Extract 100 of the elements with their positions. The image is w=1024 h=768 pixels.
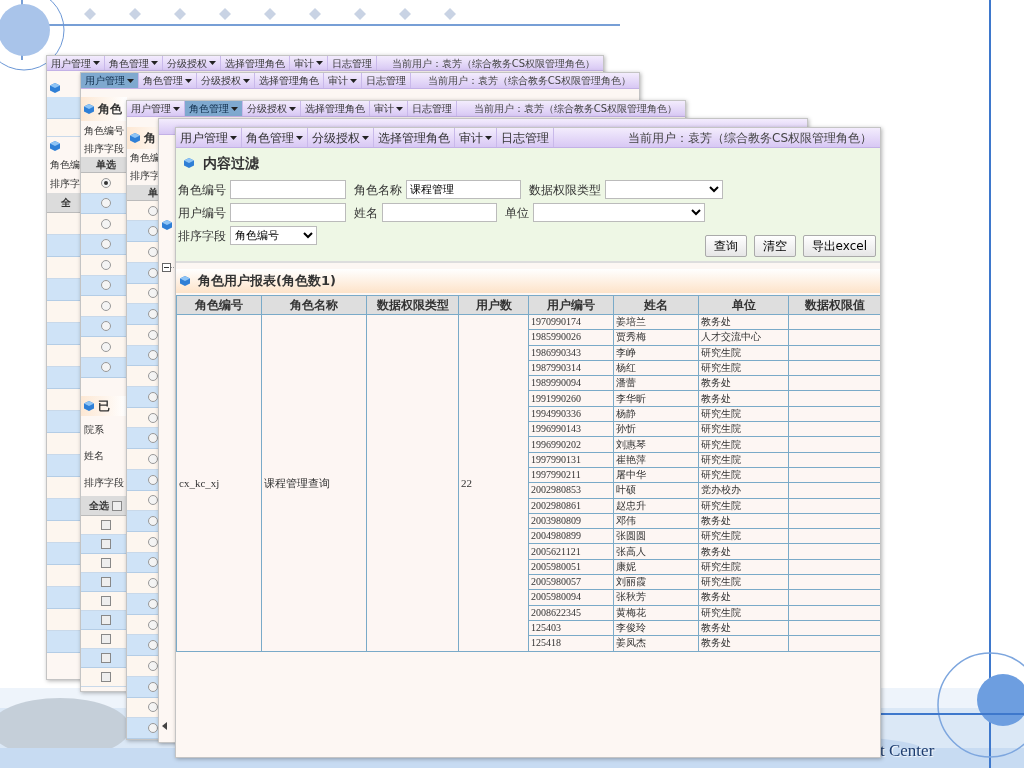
- menu-item[interactable]: 角色管理: [139, 73, 197, 88]
- column-header: 单: [148, 185, 158, 200]
- menu-item[interactable]: 审计: [455, 128, 497, 147]
- cube-icon: [50, 83, 60, 93]
- checkbox[interactable]: [100, 634, 111, 644]
- cube-icon: [84, 104, 94, 114]
- menu-item[interactable]: 选择管理角色: [374, 128, 455, 147]
- current-user-text: 当前用户：袁芳（综合教务CS权限管理角色）: [427, 74, 632, 88]
- input-field[interactable]: [382, 203, 497, 222]
- menu-item[interactable]: 角色管理: [105, 56, 163, 70]
- column-header: 数据权限类型: [366, 295, 459, 315]
- menu-item[interactable]: 日志管理: [328, 56, 377, 70]
- radio-button[interactable]: [100, 341, 111, 352]
- current-user-text: 当前用户：袁芳（综合教务CS权限管理角色）: [391, 56, 596, 70]
- caret-icon: [127, 78, 134, 83]
- cube-icon: [130, 132, 140, 143]
- field-label: 数据权限类型: [529, 181, 601, 199]
- checkbox[interactable]: [100, 520, 111, 530]
- radio-button[interactable]: [100, 259, 111, 270]
- menu-item[interactable]: 审计: [290, 56, 328, 70]
- search-button[interactable]: 查询: [704, 235, 747, 257]
- menu-item[interactable]: 选择管理角色: [255, 73, 324, 88]
- menu-item[interactable]: 审计: [324, 73, 362, 88]
- caret-icon: [209, 61, 216, 65]
- menu-item[interactable]: 角色管理: [242, 128, 308, 147]
- table-cell: 课程管理查询: [261, 314, 367, 652]
- field-label: 姓名: [84, 448, 104, 463]
- column-header: 角色名称: [261, 295, 367, 315]
- caret-icon: [173, 106, 180, 111]
- menu-item[interactable]: 选择管理角色: [221, 56, 290, 70]
- menu-item[interactable]: 日志管理: [408, 101, 457, 116]
- section-title: 内容过滤: [203, 153, 259, 173]
- field-label: 排序字: [50, 177, 80, 191]
- field-label: 姓名: [354, 204, 378, 222]
- field-label: 角色名称: [354, 181, 402, 199]
- table-row: [47, 411, 81, 433]
- field-label: 单位: [505, 204, 529, 222]
- table-row: [47, 97, 81, 119]
- menu-item[interactable]: 日志管理: [497, 128, 554, 147]
- column-header: 全选: [89, 499, 109, 513]
- cube-icon: [184, 157, 195, 169]
- input-field[interactable]: [230, 203, 346, 222]
- menu-item[interactable]: 分级授权: [197, 73, 255, 88]
- cube-icon: [162, 220, 172, 230]
- checkbox[interactable]: [112, 500, 122, 511]
- menu-item[interactable]: 审计: [370, 101, 408, 116]
- menu-item[interactable]: 选择管理角色: [301, 101, 370, 116]
- column-header: 用户编号: [528, 295, 614, 315]
- menu-item[interactable]: 分级授权: [243, 101, 301, 116]
- checkbox[interactable]: [100, 653, 111, 663]
- radio-button[interactable]: [100, 198, 111, 209]
- scroll-left-icon: [162, 722, 168, 730]
- footer-text: t Center: [880, 740, 935, 762]
- radio-button[interactable]: [100, 218, 111, 229]
- export-button[interactable]: 导出excel: [802, 235, 876, 257]
- field-label: 角色编号: [84, 123, 124, 138]
- checkbox[interactable]: [100, 596, 111, 606]
- radio-button[interactable]: [100, 177, 111, 188]
- dropdown-field[interactable]: [533, 203, 705, 222]
- current-user-text: 当前用户：袁芳（综合教务CS权限管理角色）: [628, 129, 873, 147]
- caret-icon: [316, 61, 323, 65]
- input-field[interactable]: 课程管理: [406, 180, 521, 199]
- section-title: 角: [144, 129, 156, 147]
- radio-button[interactable]: [100, 300, 111, 311]
- table-row: [47, 499, 81, 521]
- caret-icon: [350, 78, 357, 83]
- column-header: 单选: [95, 158, 116, 172]
- checkbox[interactable]: [100, 539, 111, 549]
- caret-icon: [93, 61, 100, 65]
- table-cell: 22: [458, 314, 529, 652]
- field-label: 角色编号: [178, 181, 226, 199]
- caret-icon: [243, 78, 250, 83]
- column-header: 角色编号: [176, 295, 262, 315]
- field-label: 院系: [84, 422, 104, 437]
- field-label: 用户编号: [178, 204, 226, 222]
- menu-item[interactable]: 用户管理: [81, 73, 139, 88]
- menu-item[interactable]: 分级授权: [308, 128, 374, 147]
- column-header: 姓名: [613, 295, 699, 315]
- clear-button[interactable]: 清空: [753, 235, 796, 257]
- input-field[interactable]: [230, 180, 346, 199]
- table-row: [47, 455, 81, 477]
- column-header: 数据权限值: [788, 295, 880, 315]
- radio-button[interactable]: [100, 362, 111, 373]
- checkbox[interactable]: [100, 672, 111, 682]
- radio-button[interactable]: [100, 321, 111, 332]
- menu-item[interactable]: 用户管理: [176, 128, 242, 147]
- checkbox[interactable]: [100, 615, 111, 625]
- menu-item[interactable]: 用户管理: [47, 56, 105, 70]
- field-label: 排序字段: [84, 475, 124, 490]
- radio-button[interactable]: [100, 239, 111, 250]
- menu-item[interactable]: 日志管理: [362, 73, 411, 88]
- menu-item[interactable]: 角色管理: [185, 101, 243, 116]
- caret-icon: [396, 106, 403, 111]
- dropdown-field[interactable]: 角色编号: [230, 226, 317, 245]
- dropdown-field[interactable]: [605, 180, 723, 199]
- section-title: 角色用户报表(角色数1): [198, 272, 336, 291]
- menu-item[interactable]: 分级授权: [163, 56, 221, 70]
- checkbox[interactable]: [100, 577, 111, 587]
- radio-button[interactable]: [100, 280, 111, 291]
- checkbox[interactable]: [100, 558, 111, 568]
